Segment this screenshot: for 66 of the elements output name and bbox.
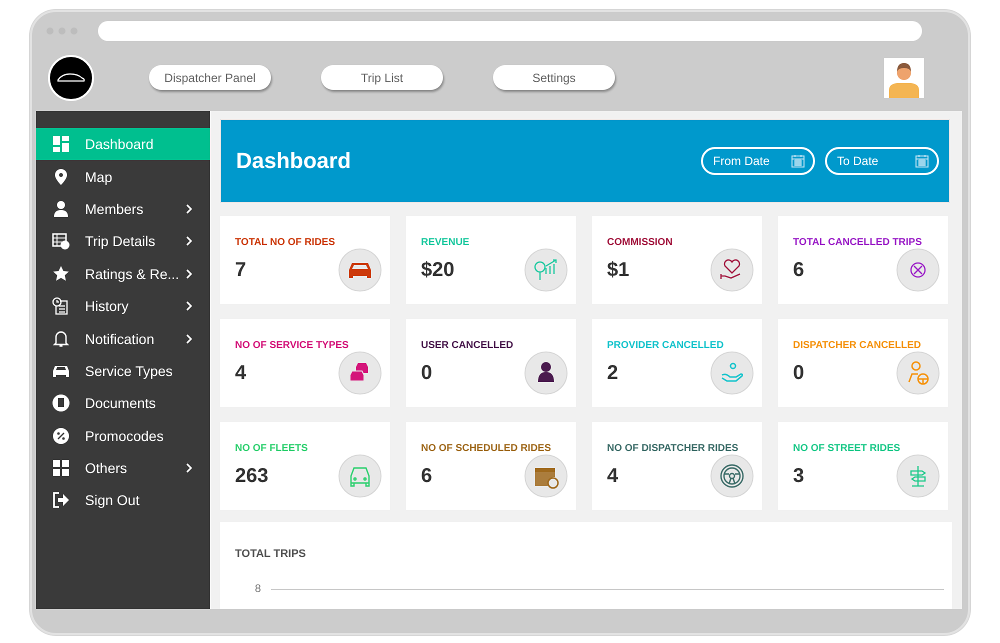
stat-title: DISPATCHER CANCELLED	[793, 340, 922, 351]
stat-title: NO OF STREET RIDES	[793, 443, 902, 454]
stat-value: 6	[793, 258, 804, 282]
sidebar-item[interactable]: Promocodes	[36, 420, 210, 452]
stat-value: 2	[607, 362, 618, 384]
sidebar-item[interactable]: Documents	[36, 387, 210, 420]
stat-value: 7	[235, 258, 246, 282]
calendar-icon	[915, 154, 929, 168]
stat-value: 6	[421, 464, 432, 488]
sidebar-item[interactable]: Map	[36, 160, 210, 193]
stat-title: REVENUE	[421, 237, 470, 248]
clipboard-clock-icon	[52, 297, 70, 316]
hand-gear-icon	[710, 351, 754, 395]
calendar-icon	[791, 154, 805, 168]
stat-title: NO OF FLEETS	[235, 443, 309, 454]
sidebar-item[interactable]: Members	[36, 192, 210, 226]
stat-title: PROVIDER CANCELLED	[607, 340, 725, 351]
sidebar-item[interactable]: Notification	[36, 322, 210, 355]
date-field[interactable]: To Date	[825, 147, 939, 175]
sidebar-item[interactable]: Service Types	[36, 354, 210, 388]
cancel-icon	[896, 248, 940, 292]
nav-button[interactable]: Trip List	[321, 65, 443, 90]
dashboard-icon	[52, 135, 70, 154]
table-chart-icon	[52, 232, 70, 250]
chart-title: TOTAL TRIPS	[235, 548, 306, 560]
stat-value: 4	[607, 464, 618, 488]
stat-title: NO OF SERVICE TYPES	[235, 340, 350, 351]
car-outline-icon	[338, 454, 382, 498]
user-icon	[524, 351, 568, 395]
date-field[interactable]: From Date	[701, 147, 815, 175]
document-icon	[52, 394, 70, 412]
bell-icon	[52, 330, 70, 348]
sidebar-item[interactable]: Ratings & Re...	[36, 258, 210, 290]
stat-value: $20	[421, 258, 454, 282]
car-icon	[338, 248, 382, 292]
map-pin-icon	[52, 168, 70, 186]
driver-icon	[896, 351, 940, 395]
stat-value: 0	[793, 362, 804, 384]
stat-value: 3	[793, 464, 804, 488]
axis-label: 8	[254, 583, 261, 595]
stat-value: 263	[235, 464, 268, 488]
sidebar-item[interactable]: Sign Out	[36, 484, 210, 517]
stat-title: NO OF DISPATCHER RIDES	[607, 443, 740, 454]
steering-wheel-icon	[710, 454, 754, 498]
stat-title: NO OF SCHEDULED RIDES	[421, 443, 552, 454]
percent-badge-icon	[52, 426, 70, 445]
signpost-icon	[896, 454, 940, 498]
nav-button[interactable]: Dispatcher Panel	[149, 65, 271, 90]
user-icon	[52, 200, 70, 218]
page-title: Dashboard	[236, 148, 351, 174]
stat-title: TOTAL NO OF RIDES	[235, 237, 336, 248]
sidebar-item[interactable]: History	[36, 290, 210, 322]
sidebar-item[interactable]: Others	[36, 452, 210, 484]
stat-value: $1	[607, 258, 630, 282]
magnifier-chart-icon	[524, 248, 568, 292]
stat-title: USER CANCELLED	[421, 340, 514, 351]
stat-value: 4	[235, 362, 246, 384]
star-icon	[52, 264, 70, 283]
stat-value: 0	[421, 362, 432, 384]
sign-out-icon	[52, 491, 70, 510]
grid-icon	[52, 459, 70, 478]
stat-title: COMMISSION	[607, 237, 674, 248]
stat-title: TOTAL CANCELLED TRIPS	[793, 237, 923, 248]
nav-button[interactable]: Settings	[493, 65, 615, 90]
avatar-icon[interactable]	[884, 58, 924, 98]
sidebar-item[interactable]: Trip Details	[36, 225, 210, 258]
